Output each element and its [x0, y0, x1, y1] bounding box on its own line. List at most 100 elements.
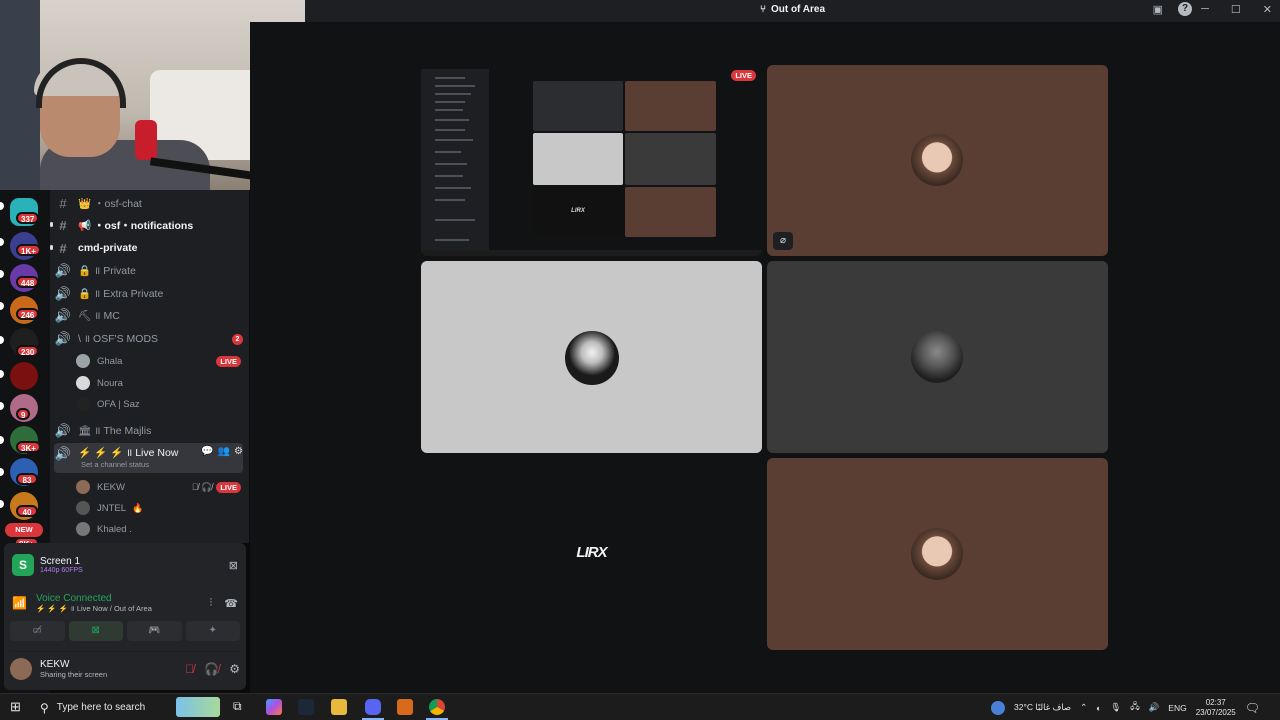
activity-button[interactable]: 🎮	[127, 621, 182, 641]
screen-icon[interactable]: ▣	[1153, 3, 1163, 16]
notifications-icon[interactable]: 🗨	[1245, 701, 1260, 715]
server-indicator	[0, 402, 4, 410]
muted-icons: 🎙̸ 🎧̸	[191, 481, 213, 492]
server-icon[interactable]	[10, 362, 38, 390]
search-highlight-icon[interactable]	[176, 697, 220, 717]
channel-label: MC	[103, 310, 120, 322]
stream-tile-logo[interactable]: LIRX	[421, 458, 762, 650]
help-icon[interactable]: ?	[1178, 2, 1192, 16]
add-member-icon[interactable]: 👥	[218, 446, 230, 457]
avatar	[76, 354, 90, 368]
file-explorer-icon[interactable]	[331, 699, 347, 715]
mic-icon[interactable]: 🎙	[1110, 702, 1121, 713]
server-indicator	[0, 336, 4, 344]
channel-osf-notifications[interactable]: # 📢 ・osf・notifications	[54, 214, 243, 236]
voice-connected-row: 📶 Voice Connected ⚡ ⚡ ⚡ ॥ Live Now / Out…	[12, 589, 238, 617]
steam-icon[interactable]	[298, 699, 314, 715]
channel-label: ・osf・notifications	[94, 219, 194, 232]
chevron-up-icon[interactable]: ⌃	[1080, 702, 1087, 713]
voice-member[interactable]: JNTEL 🔥	[76, 498, 241, 518]
clock-time: 02:37	[1205, 697, 1226, 707]
close-icon[interactable]: ✕	[1263, 3, 1272, 16]
mini-line	[435, 199, 465, 201]
task-view-icon[interactable]: ⧉	[233, 699, 242, 714]
stream-tile-screen[interactable]: LIRX LIVE	[421, 65, 762, 256]
voice-status[interactable]: Voice Connected	[36, 593, 152, 604]
weather-icon	[991, 700, 1006, 715]
language-indicator[interactable]: ENG	[1168, 703, 1186, 713]
tray-app-icon[interactable]: ◐	[1096, 703, 1101, 713]
server-indicator	[0, 436, 4, 444]
camera-button[interactable]: ▭̸	[10, 621, 65, 641]
server-badge: 1K+	[16, 244, 41, 256]
soundboard-button[interactable]: ✦	[185, 621, 240, 641]
voice-channel-private[interactable]: 🔊 🔒 ॥ Private	[54, 260, 243, 282]
video-off-icon[interactable]: ⌀	[773, 232, 793, 250]
stream-tile-avatar[interactable]: ⌀	[767, 65, 1108, 256]
channel-label: ・osf-chat	[94, 197, 142, 210]
gear-icon[interactable]: ⚙	[229, 662, 240, 676]
screen-quality: 1440p 60FPS	[40, 567, 83, 574]
headphones-muted-icon[interactable]: 🎧̸	[204, 662, 219, 676]
voice-channel-the-majlis[interactable]: 🔊 🏛 ॥ The Majlis	[54, 420, 243, 442]
cam-microphone	[135, 120, 157, 160]
chat-icon[interactable]: 💬	[201, 446, 213, 457]
mini-line	[435, 93, 471, 95]
voice-channel-live-now[interactable]: 🔊 ⚡ ⚡ ⚡ ॥ Live Now 💬 👥 ⚙ Set a channel s…	[54, 443, 243, 473]
gear-icon[interactable]: ⚙	[234, 446, 243, 457]
mini-line	[435, 85, 475, 87]
channel-label: The Majlis	[103, 425, 152, 437]
mic-muted-icon[interactable]: 🎙̸	[185, 662, 194, 676]
windows-start-icon[interactable]: ⊞	[10, 699, 21, 715]
avatar[interactable]	[10, 657, 32, 680]
channel-cmd-private[interactable]: # cmd-private	[54, 237, 243, 259]
voice-channel-osfs-mods[interactable]: 🔊 \ ॥ OSF'S MODS 2	[54, 328, 243, 350]
user-status: Sharing their screen	[40, 669, 108, 679]
network-icon[interactable]: 🖧	[1130, 701, 1139, 715]
avatar	[76, 397, 90, 411]
voice-member[interactable]: OFA | Saz	[76, 394, 241, 414]
avatar	[76, 376, 90, 390]
voice-channel-extra-private[interactable]: 🔊 🔒 ॥ Extra Private	[54, 283, 243, 305]
discord-icon[interactable]	[365, 699, 381, 715]
lirx-logo: LIRX	[576, 544, 607, 561]
new-badge[interactable]: NEW	[5, 523, 43, 537]
stop-stream-icon[interactable]: ⊠	[229, 559, 238, 572]
stream-tile-avatar[interactable]	[767, 458, 1108, 650]
server-badge: 3K+	[16, 441, 41, 453]
voice-channel[interactable]: ⚡ ⚡ ⚡ ॥ Live Now / Out of Area	[36, 604, 152, 614]
window-title: ⑂ Out of Area	[759, 4, 826, 15]
noise-suppression-icon[interactable]: ⫶	[210, 597, 213, 610]
minimize-icon[interactable]: ─	[1201, 3, 1209, 16]
stream-tile-avatar[interactable]	[767, 261, 1108, 453]
speaker-icon: 🔊	[54, 308, 72, 323]
channel-status[interactable]: Set a channel status	[81, 460, 149, 469]
mini-channel-list	[421, 69, 489, 255]
server-indicator	[0, 370, 4, 378]
channel-osf-chat[interactable]: # 👑 ・osf-chat	[54, 192, 243, 214]
hash-icon: #	[59, 240, 67, 256]
mini-line	[435, 163, 467, 165]
live-badge: LIVE	[216, 481, 241, 493]
weather-text[interactable]: 32°C صاف غالبًا	[1014, 702, 1071, 713]
voice-member[interactable]: Ghala LIVE	[76, 351, 241, 371]
screen-title: Screen 1	[40, 556, 81, 567]
maximize-icon[interactable]: ☐	[1231, 3, 1241, 16]
voice-member[interactable]: Khaled .	[76, 519, 241, 539]
mini-line	[435, 129, 465, 131]
server-badge: 9	[16, 408, 31, 420]
volume-icon[interactable]: 🔊	[1149, 702, 1160, 713]
app-icon[interactable]	[397, 699, 413, 715]
server-indicator	[0, 468, 4, 476]
server-indicator	[0, 500, 4, 508]
voice-member[interactable]: Noura	[76, 373, 241, 393]
stream-tile-avatar[interactable]	[421, 261, 762, 453]
screen-share-button[interactable]: ⊠	[68, 621, 123, 641]
disconnect-icon[interactable]: ☎	[224, 597, 238, 610]
clock[interactable]: 02:37 23/07/2025	[1196, 698, 1236, 718]
chrome-icon[interactable]	[429, 699, 445, 715]
voice-member[interactable]: KEKW 🎙̸ 🎧̸ LIVE	[76, 477, 241, 497]
windows-taskbar: ⊞ ⚲ Type here to search ⧉ 32°C صاف غالبً…	[0, 693, 1280, 720]
voice-channel-mc[interactable]: 🔊 ⛏ ॥ MC	[54, 305, 243, 327]
copilot-icon[interactable]	[266, 699, 282, 715]
